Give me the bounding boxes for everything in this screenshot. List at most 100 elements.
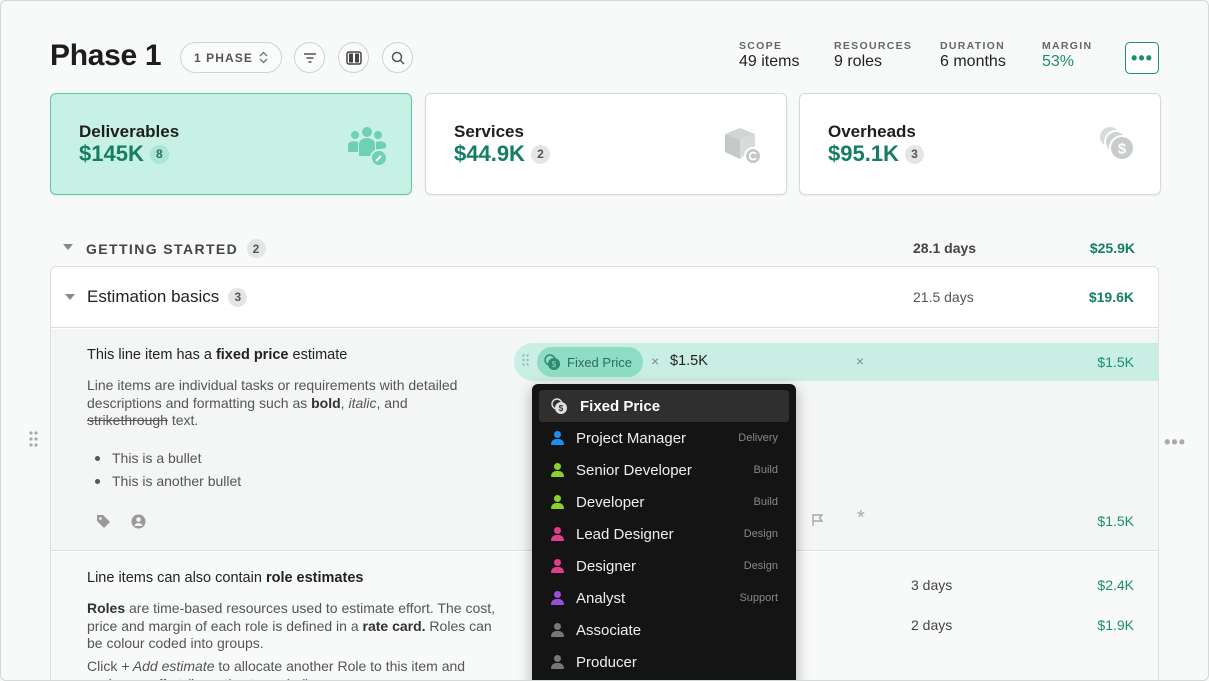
dropdown-item-designer[interactable]: Designer Design [539,550,789,582]
line-item-title[interactable]: Line items can also contain role estimat… [87,570,363,586]
role-group-tag: Support [739,592,778,604]
role-amount: $2.4K [1097,577,1134,593]
stat-value: 9 roles [834,53,883,70]
group-title: GETTING STARTED 2 [86,239,267,258]
dropdown-item-fixed-price[interactable]: $ Fixed Price [539,390,789,422]
group-title-text: GETTING STARTED [86,240,239,257]
card-deliverables[interactable]: Deliverables $145K 8 [50,93,412,195]
person-icon [551,527,564,541]
user-circle-icon[interactable] [131,514,146,529]
count-badge: 2 [247,239,267,258]
phase-header: Phase 1 1 PHASE SCOPE 49 items RESOURCES… [50,39,1159,77]
role-amount: $1.9K [1097,617,1134,633]
title-text: Line items can also contain [87,570,266,586]
card-amount-value: $95.1K [828,141,899,166]
card-amount-value: $145K [79,141,144,166]
section-estimation-basics[interactable]: Estimation basics 3 21.5 days $19.6K [51,267,1158,328]
count-badge: 2 [530,144,550,164]
app-frame: Phase 1 1 PHASE SCOPE 49 items RESOURCES… [0,0,1209,681]
dropdown-item-associate[interactable]: Associate [539,614,789,646]
desc-italic: + Add estimate [121,658,215,674]
desc-bold: rate card. [362,617,426,634]
person-icon [551,431,564,445]
dropdown-item-producer[interactable]: Producer [539,646,789,678]
line-item-title[interactable]: This line item has a fixed price estimat… [87,347,347,363]
list-item: This is a bullet [95,447,241,470]
count-badge: 3 [228,287,248,307]
dropdown-item-developer[interactable]: Developer Build [539,486,789,518]
section-amount: $19.6K [1088,289,1134,305]
person-icon [551,655,564,669]
chevron-updown-icon [259,51,268,64]
fixed-price-chip[interactable]: $ Fixed Price [537,347,643,377]
role-days[interactable]: 2 days [911,617,952,633]
tag-icon[interactable] [96,514,111,529]
dropdown-item-label: Senior Developer [576,461,692,479]
collapse-caret-icon[interactable] [63,244,73,250]
stat-value: 6 months [940,53,1006,70]
person-icon [551,495,564,509]
dropdown-item-analyst[interactable]: Analyst Support [539,582,789,614]
stat-margin: MARGIN 53% [1042,40,1092,71]
stat-label: RESOURCES [834,40,913,52]
card-overheads[interactable]: Overheads $95.1K 3 $ [799,93,1161,195]
collapse-caret-icon[interactable] [65,294,75,300]
remove-estimate-icon[interactable]: × [856,353,864,369]
person-icon [551,591,564,605]
estimate-row[interactable]: $ Fixed Price × $1.5K × $1.5K [514,343,1158,381]
row-more-icon[interactable]: ••• [1164,432,1186,453]
drag-handle-icon[interactable] [522,354,529,366]
title-bold-text: role estimates [265,570,364,586]
section-days: 21.5 days [913,289,974,305]
svg-text:$: $ [552,360,557,369]
phase-selector-label: 1 PHASE [193,50,254,65]
item-total: $1.5K [1097,513,1134,529]
dropdown-item-senior-developer[interactable]: Senior Developer Build [539,454,789,486]
bullet-list: This is a bullet This is another bullet [95,447,241,493]
section-title-text: Estimation basics [87,287,220,306]
desc-end: text. [167,412,199,428]
role-group-tag: Build [753,496,778,508]
stat-label: MARGIN [1042,40,1093,52]
filter-button[interactable] [294,42,325,73]
card-services[interactable]: Services $44.9K 2 [425,93,787,195]
chip-label: Fixed Price [567,354,633,370]
estimate-type-dropdown[interactable]: $ Fixed Price Project Manager Delivery S… [532,384,796,680]
card-amount-value: $44.9K [454,141,525,166]
group-amount: $25.9K [1089,240,1135,256]
line-item-description[interactable]: Line items are individual tasks or requi… [87,377,497,430]
stat-duration: DURATION 6 months [940,40,1006,71]
dropdown-item-label: Designer [576,557,637,575]
desc-sep: , and [376,394,408,411]
group-getting-started[interactable]: GETTING STARTED 2 28.1 days $25.9K [50,235,1159,261]
stat-value: 53% [1042,53,1075,70]
desc-strike: strikethrough [87,412,168,428]
dropdown-item-project-manager[interactable]: Project Manager Delivery [539,422,789,454]
search-icon [391,51,405,65]
coins-dollar-icon: $ [544,353,560,370]
drag-handle-icon[interactable] [29,431,38,447]
search-button[interactable] [382,42,413,73]
count-badge: 3 [904,144,924,164]
dropdown-item-label: Producer [576,653,637,671]
stat-label: DURATION [940,40,1006,52]
svg-text:$: $ [559,404,564,413]
section-title: Estimation basics 3 [87,287,248,307]
asterisk-icon[interactable]: * [857,507,865,530]
bullet-text: This is a bullet [112,450,202,466]
dropdown-item-label: Analyst [576,589,626,607]
estimate-value-input[interactable]: $1.5K [670,353,708,369]
role-group-tag: Delivery [738,432,778,444]
line-item-description-2[interactable]: Click + Add estimate to allocate another… [87,658,497,680]
dropdown-item-label: Associate [576,621,642,639]
person-icon [551,623,564,637]
phase-selector[interactable]: 1 PHASE [180,42,282,73]
role-days[interactable]: 3 days [911,577,952,593]
line-item-description[interactable]: Roles are time-based resources used to e… [87,600,497,653]
more-options-button[interactable]: ••• [1125,42,1159,74]
stat-label: SCOPE [739,40,783,52]
dropdown-item-lead-designer[interactable]: Lead Designer Design [539,518,789,550]
group-days: 28.1 days [913,240,977,256]
flag-icon[interactable] [811,513,824,527]
columns-button[interactable] [338,42,369,73]
